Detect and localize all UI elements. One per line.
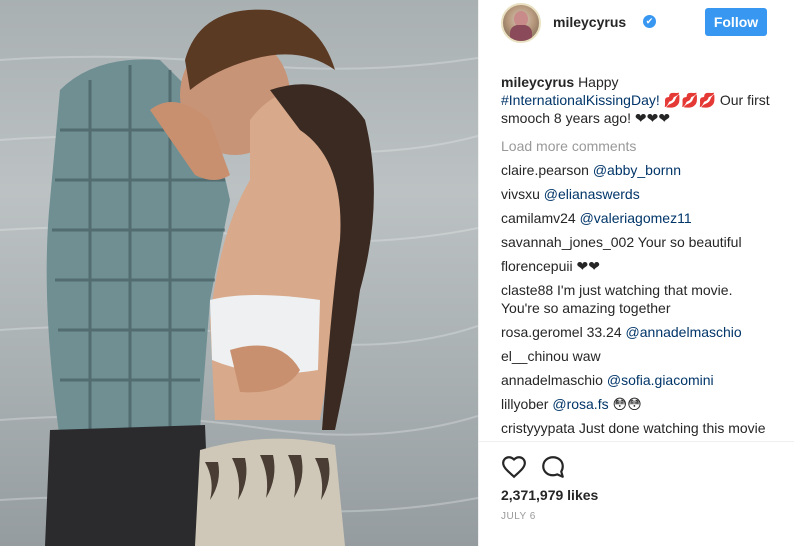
comment-item: vivsxu @elianaswerds [501,185,771,203]
comment-username[interactable]: cristyyypata [501,420,575,436]
likes-count[interactable]: 2,371,979 likes [501,487,598,503]
comment-username[interactable]: claire.pearson [501,162,589,178]
comment-username[interactable]: savannah_jones_002 [501,234,634,250]
comments-section: mileycyrus Happy #InternationalKissingDa… [501,73,771,437]
speech-bubble-icon[interactable] [540,454,566,480]
comment-mention[interactable]: @annadelmaschio [626,324,742,340]
caption-hearts-emoji: ❤❤❤ [634,110,671,126]
comment-username[interactable]: annadelmaschio [501,372,603,388]
post-side-panel: mileycyrus ✔ Follow mileycyrus Happy #In… [478,0,794,546]
post-caption: mileycyrus Happy #InternationalKissingDa… [501,73,771,127]
heart-outline-icon[interactable] [501,454,527,480]
comment-username[interactable]: lillyober [501,396,548,412]
post-header: mileycyrus ✔ Follow [479,0,794,44]
comment-list: claire.pearson @abby_bornnvivsxu @eliana… [501,161,771,437]
comment-mention[interactable]: @rosa.fs [552,396,608,412]
comment-username[interactable]: vivsxu [501,186,540,202]
comment-username[interactable]: el__chinou [501,348,569,364]
verified-badge-icon: ✔ [643,15,656,28]
comment-username[interactable]: claste88 [501,282,553,298]
instagram-post: mileycyrus ✔ Follow mileycyrus Happy #In… [0,0,794,546]
comment-username[interactable]: rosa.geromel [501,324,583,340]
profile-avatar[interactable] [501,3,541,43]
comment-text: 33.24 [586,324,622,340]
avatar-body [510,25,532,41]
comment-mention[interactable]: @abby_bornn [593,162,681,178]
couple-kissing-photo [0,9,478,546]
post-date[interactable]: JULY 6 [501,511,536,522]
comment-mention[interactable]: @sofia.giacomini [607,372,714,388]
comment-text: Your so beautiful [637,234,742,250]
comment-text: waw [572,348,601,364]
comment-item: cristyyypata Just done watching this mov… [501,419,771,437]
comment-item: camilamv24 @valeriagomez11 [501,209,771,227]
comment-item: claire.pearson @abby_bornn [501,161,771,179]
caption-hashtag[interactable]: #InternationalKissingDay! [501,92,660,108]
caption-username[interactable]: mileycyrus [501,74,574,90]
caption-lips-emoji: 💋💋💋 [663,92,716,108]
load-more-comments-link[interactable]: Load more comments [501,137,771,155]
comment-mention[interactable]: @elianaswerds [544,186,640,202]
profile-username[interactable]: mileycyrus [553,14,626,30]
follow-button[interactable]: Follow [705,8,767,36]
comment-text: ❤❤ [576,258,600,274]
comment-username[interactable]: camilamv24 [501,210,576,226]
comment-emoji: 😳😳 [612,396,642,412]
comment-item: el__chinou waw [501,347,771,365]
comment-item: florencepuii ❤❤ [501,257,771,275]
comment-username[interactable]: florencepuii [501,258,573,274]
comment-item: lillyober @rosa.fs 😳😳 [501,395,771,413]
post-actions: 2,371,979 likes JULY 6 [479,441,794,546]
comment-item: rosa.geromel 33.24 @annadelmaschio [501,323,771,341]
post-photo[interactable] [0,0,478,546]
comment-text: Just done watching this movie [578,420,766,436]
comment-mention[interactable]: @valeriagomez11 [580,210,692,226]
comment-item: savannah_jones_002 Your so beautiful [501,233,771,251]
caption-text-before: Happy [578,74,619,90]
comment-item: annadelmaschio @sofia.giacomini [501,371,771,389]
comment-item: claste88 I'm just watching that movie. Y… [501,281,771,317]
